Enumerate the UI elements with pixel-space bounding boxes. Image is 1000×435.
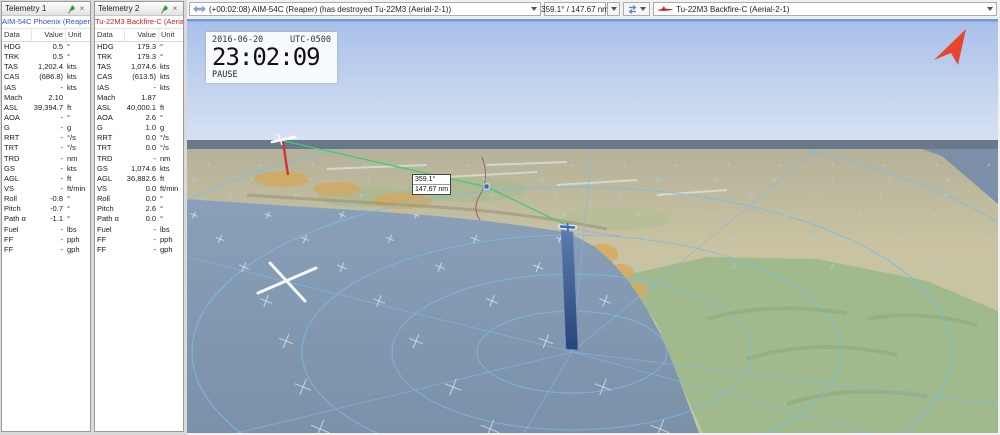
telemetry-row: G 1.0 g (97, 123, 165, 133)
telemetry-rows: HDG 179.3 ° TRK 179.3 ° TAS 1,074.6 kts CAS (613.5… (95, 42, 183, 255)
map-3d-viewport[interactable]: 2016-06-20 UTC-0500 23:02:09 PAUSE 359.1… (187, 19, 998, 433)
column-headers: Data Value Unit (95, 29, 183, 42)
panel-titlebar: Telemetry 1 × (2, 2, 90, 16)
object-selector-combobox[interactable]: Tu-22M3 Backfire-C (Aerial-2-1) (653, 2, 997, 16)
telemetry-row: TRD - nm (4, 153, 78, 163)
close-icon[interactable]: × (170, 3, 180, 15)
telemetry-row: HDG 0.5 ° (4, 42, 70, 51)
chevron-down-icon (640, 7, 646, 11)
playback-status: PAUSE (212, 70, 238, 80)
telemetry-row: Roll 0.0 ° (97, 194, 163, 204)
telemetry-row: Path α 0.0 ° (97, 214, 163, 224)
column-headers: Data Value Unit (2, 29, 90, 42)
label-range: 147.67 nm (415, 186, 449, 193)
telemetry-panel-1: Telemetry 1 × AIM-54C Phoenix (Reaper) D… (1, 1, 91, 432)
telemetry-row: GS - kts (4, 163, 77, 173)
object-selector-value: Tu-22M3 Backfire-C (Aerial-2-1) (676, 4, 790, 14)
telemetry-row: FF - gph (97, 244, 173, 254)
telemetry-row: Pitch 2.6 ° (97, 204, 163, 214)
telemetry-row: AOA 2.6 ° (97, 112, 163, 122)
col-value: Value (124, 29, 158, 41)
telemetry-row: AGL 36,882.6 ft (97, 173, 165, 183)
chevron-down-icon (987, 7, 993, 11)
telemetry-row: ASL 40,000.1 ft (97, 102, 165, 112)
col-value: Value (31, 29, 65, 41)
map-toolbar: (+00:02:08) AIM-54C (Reaper) (has destro… (187, 0, 1000, 19)
telemetry-row: TRK 179.3 ° (97, 52, 163, 62)
telemetry-row: TRK 0.5 ° (4, 52, 70, 62)
simulation-clock: 2016-06-20 UTC-0500 23:02:09 PAUSE (206, 32, 337, 83)
telemetry-row: TRT 0.0 °/s (97, 143, 169, 153)
telemetry-row: FF - pph (4, 234, 80, 244)
label-bearing: 359.1° (413, 175, 451, 185)
panel-title: Telemetry 1 (5, 4, 47, 13)
telemetry-row: IAS - kts (97, 82, 170, 92)
telemetry-row: AGL - ft (4, 173, 72, 183)
telemetry-row: HDG 179.3 ° (97, 42, 163, 51)
telemetry-row: FF - gph (4, 244, 80, 254)
telemetry-row: AOA - ° (4, 112, 70, 122)
col-unit: Unit (65, 29, 90, 41)
panel-title: Telemetry 2 (98, 4, 140, 13)
telemetry-row: VS 0.0 ft/min (97, 183, 179, 193)
col-unit: Unit (158, 29, 183, 41)
telemetry-row: Fuel - lbs (4, 224, 77, 234)
event-selector-value: (+00:02:08) AIM-54C (Reaper) (has destro… (209, 4, 452, 14)
telemetry-rows: HDG 0.5 ° TRK 0.5 ° TAS 1,202.4 kts CAS (686.8) kts… (2, 42, 90, 255)
chevron-down-icon (610, 7, 617, 11)
telemetry-row: TAS 1,074.6 kts (97, 62, 170, 72)
chevron-down-icon (531, 7, 537, 11)
aircraft-icon (657, 6, 673, 11)
telemetry-row: GS 1,074.6 kts (97, 163, 170, 173)
clock-time: 23:02:09 (212, 43, 321, 71)
double-arrow-icon (193, 5, 206, 13)
telemetry-row: TRT - °/s (4, 143, 76, 153)
telemetry-row: VS - ft/min (4, 183, 86, 193)
telemetry-row: CAS (686.8) kts (4, 72, 77, 82)
sky-top-strip (187, 19, 998, 22)
col-data: Data (4, 30, 20, 39)
bearing-range-map-label: 359.1° 147.67 nm (412, 174, 452, 195)
telemetry-row: ASL 39,394.7 ft (4, 102, 72, 112)
telemetry-row: Mach 1.87 (97, 92, 156, 102)
measurement-point[interactable] (483, 183, 490, 190)
telemetry-row: TAS 1,202.4 kts (4, 62, 77, 72)
telemetry-row: CAS (613.5) kts (97, 72, 170, 82)
telemetry-row: Pitch -0.7 ° (4, 204, 70, 214)
telemetry-row: Roll -0.8 ° (4, 194, 70, 204)
telemetry-row: Fuel - lbs (97, 224, 170, 234)
close-icon[interactable]: × (77, 3, 87, 15)
tacview-window: Telemetry 1 × AIM-54C Phoenix (Reaper) D… (0, 0, 1000, 435)
telemetry-row: RRT - °/s (4, 133, 76, 143)
pin-icon[interactable] (67, 3, 77, 14)
range-dropdown-button[interactable] (607, 2, 620, 16)
object-name-label: Tu-22M3 Backfire-C (Aerial-2-1) (95, 16, 183, 29)
pin-icon[interactable] (160, 3, 170, 14)
col-data: Data (97, 30, 113, 39)
panel-titlebar: Telemetry 2 × (95, 2, 183, 16)
telemetry-row: Path α -1.1 ° (4, 214, 70, 224)
event-selector-combobox[interactable]: (+00:02:08) AIM-54C (Reaper) (has destro… (189, 2, 541, 16)
telemetry-panel-2: Telemetry 2 × Tu-22M3 Backfire-C (Aerial… (94, 1, 184, 432)
telemetry-row: FF - pph (97, 234, 173, 244)
telemetry-row: Mach 2.10 (4, 92, 63, 102)
telemetry-row: TRD - nm (97, 153, 171, 163)
telemetry-row: IAS - kts (4, 82, 77, 92)
object-name-label: AIM-54C Phoenix (Reaper) (2, 16, 90, 29)
telemetry-row: RRT 0.0 °/s (97, 133, 169, 143)
swap-icon (628, 4, 637, 14)
swap-objects-button[interactable] (623, 2, 650, 16)
bearing-range-readout: 359.1° / 147.67 nm (541, 2, 609, 16)
map-area: (+00:02:08) AIM-54C (Reaper) (has destro… (187, 0, 1000, 435)
telemetry-row: G-g (4, 123, 72, 133)
